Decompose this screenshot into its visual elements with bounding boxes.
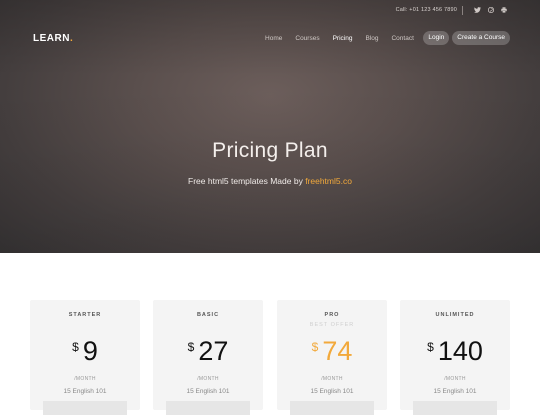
currency-symbol: $ bbox=[427, 340, 434, 354]
login-button[interactable]: Login bbox=[423, 31, 450, 45]
plan-feature: 15 English 101 bbox=[310, 388, 354, 395]
select-plan-button[interactable] bbox=[413, 401, 497, 415]
currency-symbol: $ bbox=[72, 340, 79, 354]
plan-period: /MONTH bbox=[321, 376, 343, 382]
plan-feature: 15 English 101 bbox=[63, 388, 107, 395]
plan-period: /MONTH bbox=[74, 376, 96, 382]
plan-price: $ 74 bbox=[277, 336, 387, 366]
currency-symbol: $ bbox=[311, 340, 319, 354]
plan-price: $ 9 bbox=[30, 336, 140, 366]
pricing-section: STARTER $ 9 /MONTH 15 English 101 BASIC … bbox=[0, 253, 540, 415]
plan-period: /MONTH bbox=[197, 376, 219, 382]
divider bbox=[462, 5, 463, 15]
nav-links: Home Courses Pricing Blog Contact Login … bbox=[259, 31, 510, 45]
logo-dot: . bbox=[69, 33, 74, 44]
nav-link-home[interactable]: Home bbox=[265, 35, 282, 42]
plan-feature: 15 English 101 bbox=[186, 388, 230, 395]
nav-link-courses[interactable]: Courses bbox=[295, 35, 319, 42]
plan-name: UNLIMITED bbox=[435, 312, 475, 318]
plan-price: $ 140 bbox=[400, 336, 510, 366]
subtitle-text: Free html5 templates Made by bbox=[188, 176, 306, 186]
top-bar: Call: +01 123 456 7890 bbox=[396, 4, 510, 16]
twitter-icon[interactable] bbox=[471, 4, 484, 16]
pricing-card-basic: BASIC $ 27 /MONTH 15 English 101 bbox=[153, 300, 263, 415]
create-course-button[interactable]: Create a Course bbox=[452, 31, 510, 45]
plan-price: $ 27 bbox=[153, 336, 263, 366]
logo[interactable]: LEARN. bbox=[33, 33, 73, 44]
nav-link-pricing[interactable]: Pricing bbox=[333, 35, 353, 42]
hero-section: Call: +01 123 456 7890 LEARN. Home Cours… bbox=[0, 0, 540, 253]
plan-name: PRO bbox=[324, 312, 340, 318]
pinterest-icon[interactable] bbox=[484, 4, 497, 16]
navbar: LEARN. Home Courses Pricing Blog Contact… bbox=[0, 30, 540, 48]
price-amount: 9 bbox=[82, 336, 98, 366]
nav-link-contact[interactable]: Contact bbox=[391, 35, 413, 42]
pricing-card-unlimited: UNLIMITED $ 140 /MONTH 15 English 101 bbox=[400, 300, 510, 415]
page-subtitle: Free html5 templates Made by freehtml5.c… bbox=[0, 176, 540, 186]
pricing-card-pro: PRO BEST OFFER $ 74 /MONTH 15 English 10… bbox=[277, 300, 387, 415]
freehtml5-link[interactable]: freehtml5.co bbox=[305, 176, 352, 186]
logo-text: LEARN bbox=[33, 33, 70, 44]
nav-link-blog[interactable]: Blog bbox=[365, 35, 378, 42]
page-title: Pricing Plan bbox=[212, 139, 328, 162]
pricing-card-starter: STARTER $ 9 /MONTH 15 English 101 bbox=[30, 300, 140, 415]
select-plan-button[interactable] bbox=[166, 401, 250, 415]
plan-period: /MONTH bbox=[444, 376, 466, 382]
plan-feature: 15 English 101 bbox=[433, 388, 477, 395]
plan-name: STARTER bbox=[68, 312, 102, 318]
call-text: Call: +01 123 456 7890 bbox=[395, 7, 457, 13]
select-plan-button[interactable] bbox=[43, 401, 127, 415]
select-plan-button[interactable] bbox=[290, 401, 374, 415]
currency-symbol: $ bbox=[187, 340, 195, 354]
printer-icon[interactable] bbox=[497, 4, 510, 16]
price-amount: 27 bbox=[198, 336, 229, 366]
plan-tag: BEST OFFER bbox=[309, 322, 355, 328]
price-amount: 140 bbox=[437, 336, 483, 366]
plan-name: BASIC bbox=[196, 312, 220, 318]
price-amount: 74 bbox=[322, 336, 353, 366]
